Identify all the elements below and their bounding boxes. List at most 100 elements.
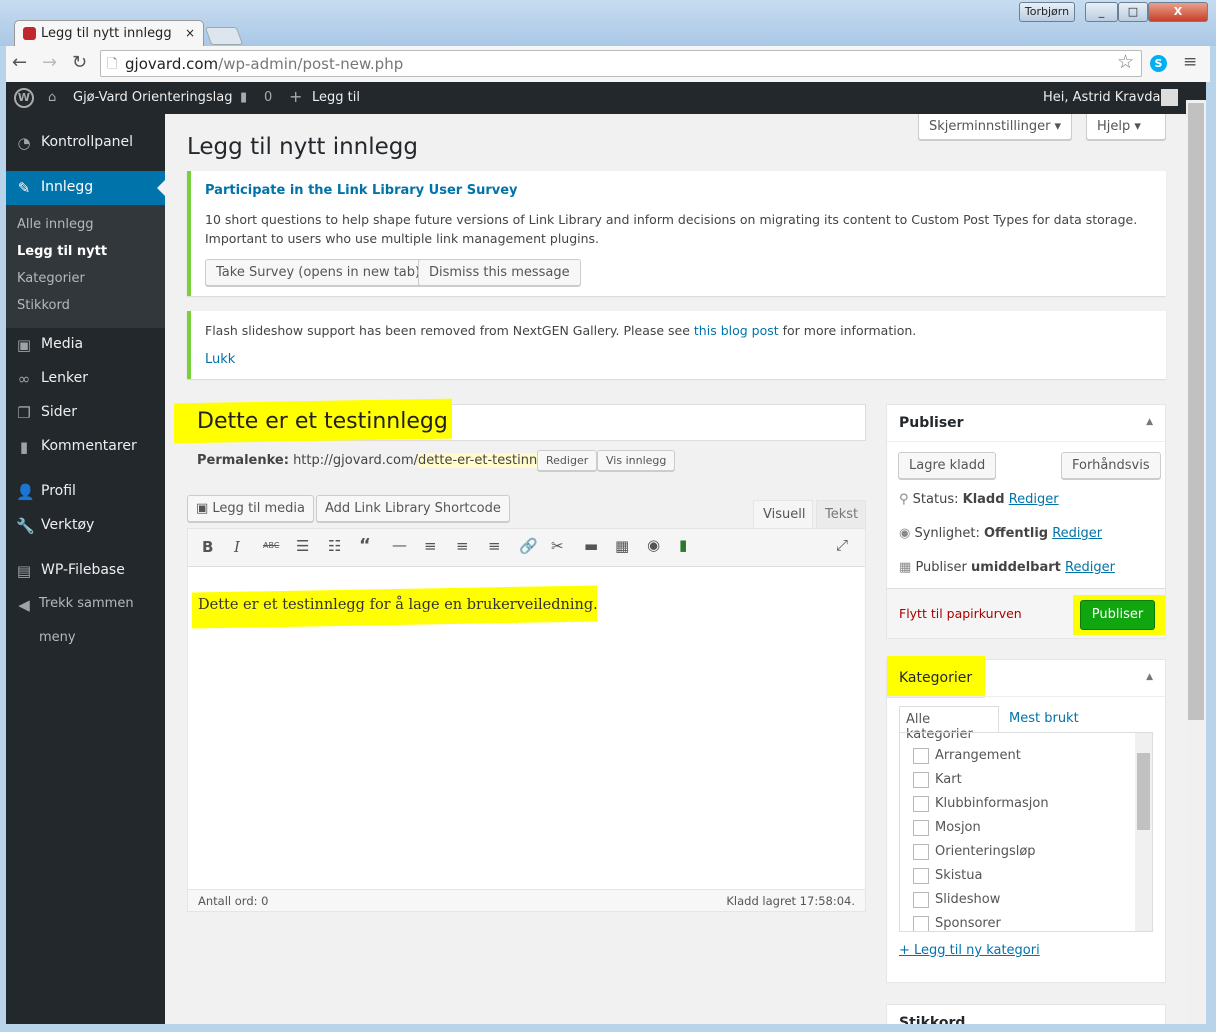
wordpress-logo-icon[interactable]: W [14, 88, 34, 108]
menu-verktoy[interactable]: 🔧 Verktøy [6, 509, 165, 543]
plugin-icon[interactable]: ◉ [647, 536, 660, 554]
category-checkbox[interactable] [913, 772, 929, 788]
address-bar[interactable]: gjovard.com/wp-admin/post-new.php [100, 50, 1142, 77]
strikethrough-icon[interactable]: ABC [263, 541, 279, 550]
label: Hjelp [1097, 119, 1131, 134]
edit-schedule-link[interactable]: Rediger [1065, 560, 1115, 575]
editor-toolbar: B I ABC ☰ ☷ “ — ≡ ≡ ≡ 🔗 ✂ ▬ ▦ ◉ ▮ ⤢ [188, 529, 865, 567]
blog-post-link[interactable]: this blog post [694, 323, 779, 338]
tab-all-categories[interactable]: Alle kategorier [899, 706, 999, 742]
new-tab-button[interactable] [204, 27, 244, 45]
menu-lenker[interactable]: ∞ Lenker [6, 362, 165, 396]
add-media-button[interactable]: ▣ Legg til media [187, 495, 315, 522]
survey-title[interactable]: Participate in the Link Library User Sur… [205, 183, 518, 198]
eye-icon: ◉ [899, 526, 911, 541]
edit-visibility-link[interactable]: Rediger [1052, 526, 1102, 541]
category-label: Skistua [935, 868, 983, 883]
category-checkbox[interactable] [913, 868, 929, 884]
browser-tab[interactable]: Legg til nytt innlegg × [14, 20, 204, 47]
category-scrollbar[interactable] [1135, 733, 1152, 931]
save-draft-button[interactable]: Lagre kladd [898, 452, 997, 479]
category-checkbox[interactable] [913, 892, 929, 908]
edit-status-link[interactable]: Rediger [1009, 492, 1059, 507]
add-category-link[interactable]: + Legg til ny kategori [899, 943, 1040, 958]
dismiss-button[interactable]: Dismiss this message [418, 259, 581, 286]
database-icon[interactable]: ▮ [679, 536, 687, 554]
category-checkbox[interactable] [913, 748, 929, 764]
align-center-icon[interactable]: ≡ [456, 537, 469, 555]
horizontal-line-icon[interactable]: — [392, 536, 407, 554]
close-tab-icon[interactable]: × [185, 26, 195, 40]
new-content-link[interactable]: Legg til [312, 90, 360, 105]
reload-icon[interactable]: ↻ [72, 52, 87, 73]
post-title-input[interactable]: Dette er et testinnlegg [174, 398, 866, 444]
submenu-legg-til-nytt[interactable]: Legg til nytt [17, 244, 107, 259]
collapse-menu-button[interactable]: ◀ Trekk sammen [6, 588, 165, 622]
publish-label: Publiser [915, 560, 967, 575]
post-content[interactable]: Dette er et testinnlegg for å lage en br… [198, 597, 598, 613]
account-link[interactable]: Hei, Astrid Kravdal [1043, 90, 1164, 105]
align-right-icon[interactable]: ≡ [488, 537, 501, 555]
view-post-button[interactable]: Vis innlegg [597, 450, 676, 471]
read-more-icon[interactable]: ▬ [584, 537, 598, 555]
italic-icon[interactable]: I [234, 538, 240, 556]
category-checkbox[interactable] [913, 820, 929, 836]
back-icon[interactable]: ← [12, 52, 27, 73]
close-window-button[interactable]: X [1148, 2, 1208, 22]
align-left-icon[interactable]: ≡ [424, 537, 437, 555]
maximize-button[interactable]: □ [1118, 2, 1148, 22]
publish-button[interactable]: Publiser [1080, 600, 1155, 630]
bullet-list-icon[interactable]: ☰ [296, 537, 309, 555]
trash-link[interactable]: Flytt til papirkurven [899, 606, 1022, 621]
menu-icon[interactable]: ≡ [1183, 52, 1197, 72]
category-checkbox[interactable] [913, 844, 929, 860]
unlink-icon[interactable]: ✂ [551, 537, 564, 555]
menu-kontrollpanel[interactable]: ◔ Kontrollpanel [6, 126, 165, 160]
menu-profil[interactable]: 👤 Profil [6, 475, 165, 509]
submenu-alle-innlegg[interactable]: Alle innlegg [17, 217, 93, 232]
submenu-kategorier[interactable]: Kategorier [17, 271, 85, 286]
blockquote-icon[interactable]: “ [359, 535, 371, 556]
comments-count[interactable]: 0 [264, 90, 272, 105]
menu-innlegg[interactable]: ✎ Innlegg [6, 171, 165, 205]
page-title: Legg til nytt innlegg [187, 134, 418, 160]
url-path: /wp-admin/post-new.php [218, 55, 404, 73]
menu-meny[interactable]: meny [6, 622, 165, 656]
main-content: Skjerminnstillinger ▾ Hjelp ▾ Legg til n… [165, 114, 1186, 1024]
menu-sider[interactable]: ❐ Sider [6, 396, 165, 430]
minimize-button[interactable]: _ [1085, 2, 1118, 22]
tab-text[interactable]: Tekst [816, 500, 866, 529]
menu-kommentarer[interactable]: ▮ Kommentarer [6, 430, 165, 464]
add-link-shortcode-button[interactable]: Add Link Library Shortcode [316, 495, 510, 522]
submenu-stikkord[interactable]: Stikkord [17, 298, 70, 313]
menu-wp-filebase[interactable]: ▤ WP-Filebase [6, 554, 165, 588]
insert-link-icon[interactable]: 🔗 [519, 537, 538, 555]
page-scrollbar[interactable] [1186, 100, 1206, 1024]
menu-media[interactable]: ▣ Media [6, 328, 165, 362]
forward-icon[interactable]: → [42, 52, 57, 73]
bold-icon[interactable]: B [202, 538, 213, 556]
avatar[interactable] [1161, 89, 1178, 106]
site-name-link[interactable]: Gjø-Vard Orienteringslag [73, 90, 233, 105]
tab-visual[interactable]: Visuell [753, 500, 813, 529]
bookmark-star-icon[interactable]: ☆ [1117, 51, 1134, 73]
skype-icon[interactable]: S [1150, 55, 1167, 72]
take-survey-button[interactable]: Take Survey (opens in new tab) [205, 259, 432, 286]
category-checkbox[interactable] [913, 916, 929, 931]
toolbar-toggle-icon[interactable]: ▦ [615, 537, 629, 555]
preview-button[interactable]: Forhåndsvis [1061, 452, 1161, 479]
fullscreen-icon[interactable]: ⤢ [836, 536, 848, 554]
screen-options-button[interactable]: Skjerminnstillinger ▾ [918, 114, 1073, 140]
category-checkbox[interactable] [913, 796, 929, 812]
tab-most-used[interactable]: Mest brukt [1009, 711, 1079, 726]
profile-badge[interactable]: Torbjørn [1019, 2, 1075, 22]
label: Skjerminnstillinger [929, 119, 1051, 134]
word-count: Antall ord: 0 [198, 894, 269, 908]
numbered-list-icon[interactable]: ☷ [328, 537, 341, 555]
help-button[interactable]: Hjelp ▾ [1086, 114, 1166, 140]
collapse-arrow-icon[interactable]: ▲ [1146, 417, 1153, 427]
edit-permalink-button[interactable]: Rediger [537, 450, 598, 471]
collapse-arrow-icon[interactable]: ▲ [1146, 672, 1153, 682]
close-notice-link[interactable]: Lukk [205, 352, 235, 367]
nextgen-notice: Flash slideshow support has been removed… [187, 311, 1166, 379]
